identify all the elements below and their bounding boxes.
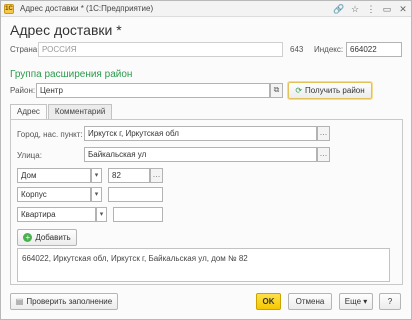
full-address-text: 664022, Иркутская обл, Иркутск г, Байкал… bbox=[17, 248, 390, 282]
more-button-label: Еще bbox=[344, 297, 362, 306]
tab-bar: Адрес Комментарий bbox=[10, 104, 113, 119]
postal-input[interactable]: 664022 bbox=[346, 42, 402, 57]
add-button[interactable]: + Добавить bbox=[17, 229, 77, 246]
district-input[interactable]: Центр bbox=[36, 83, 270, 98]
add-button-label: Добавить bbox=[35, 233, 71, 242]
street-label: Улица: bbox=[17, 151, 42, 160]
get-district-button[interactable]: ⟳ Получить район bbox=[288, 82, 372, 99]
open-link-icon[interactable]: ⧉ bbox=[270, 83, 283, 98]
chevron-down-icon[interactable]: ▾ bbox=[96, 207, 107, 222]
tab-address[interactable]: Адрес bbox=[10, 104, 47, 119]
dialog-window: 1C Адрес доставки * (1С:Предприятие) 🔗 ☆… bbox=[0, 0, 412, 320]
window-title: Адрес доставки * (1С:Предприятие) bbox=[20, 4, 154, 13]
house-select-button[interactable]: … bbox=[150, 168, 163, 183]
apartment-number-input[interactable] bbox=[113, 207, 163, 222]
close-icon[interactable]: ✕ bbox=[397, 3, 409, 15]
ok-button[interactable]: OK bbox=[256, 293, 281, 310]
minimize-icon[interactable]: ▭ bbox=[381, 3, 393, 15]
city-label: Город, нас. пункт: bbox=[17, 130, 83, 139]
chevron-down-icon: ▾ bbox=[363, 297, 368, 306]
house-type-select[interactable]: Дом bbox=[17, 168, 91, 183]
country-code: 643 bbox=[290, 45, 304, 54]
more-button[interactable]: Еще ▾ bbox=[339, 293, 373, 310]
building-type-select[interactable]: Корпус bbox=[17, 187, 91, 202]
attach-link-icon[interactable]: 🔗 bbox=[333, 3, 345, 15]
postal-label: Индекс: bbox=[314, 45, 344, 54]
refresh-icon: ⟳ bbox=[295, 86, 303, 95]
country-label: Страна: bbox=[10, 45, 40, 54]
get-district-label: Получить район bbox=[305, 86, 365, 95]
plus-icon: + bbox=[23, 233, 33, 243]
apartment-type-select[interactable]: Квартира bbox=[17, 207, 96, 222]
favorite-star-icon[interactable]: ☆ bbox=[349, 3, 361, 15]
district-label: Район: bbox=[10, 86, 36, 95]
chevron-down-icon[interactable]: ▾ bbox=[91, 168, 102, 183]
building-number-input[interactable] bbox=[108, 187, 163, 202]
cancel-button[interactable]: Отмена bbox=[288, 293, 332, 310]
help-button[interactable]: ? bbox=[379, 293, 401, 310]
tab-comment[interactable]: Комментарий bbox=[47, 104, 113, 119]
app-logo-icon: 1C bbox=[4, 4, 14, 14]
city-input[interactable]: Иркутск г, Иркутская обл bbox=[84, 126, 317, 141]
titlebar: 1C Адрес доставки * (1С:Предприятие) 🔗 ☆… bbox=[1, 1, 411, 17]
street-input[interactable]: Байкальская ул bbox=[84, 147, 317, 162]
country-input[interactable]: РОССИЯ bbox=[38, 42, 283, 57]
group-title: Группа расширения район bbox=[10, 69, 133, 80]
street-select-button[interactable]: … bbox=[317, 147, 330, 162]
titlebar-controls: 🔗 ☆ ⋮ ▭ ✕ bbox=[333, 3, 409, 15]
house-number-input[interactable]: 82 bbox=[108, 168, 150, 183]
checklist-icon: ▤ bbox=[15, 297, 24, 306]
more-menu-icon[interactable]: ⋮ bbox=[365, 3, 377, 15]
city-select-button[interactable]: … bbox=[317, 126, 330, 141]
chevron-down-icon[interactable]: ▾ bbox=[91, 187, 102, 202]
check-fill-button[interactable]: ▤ Проверить заполнение bbox=[10, 293, 118, 310]
check-fill-label: Проверить заполнение bbox=[26, 297, 113, 306]
form-title: Адрес доставки * bbox=[10, 22, 122, 38]
